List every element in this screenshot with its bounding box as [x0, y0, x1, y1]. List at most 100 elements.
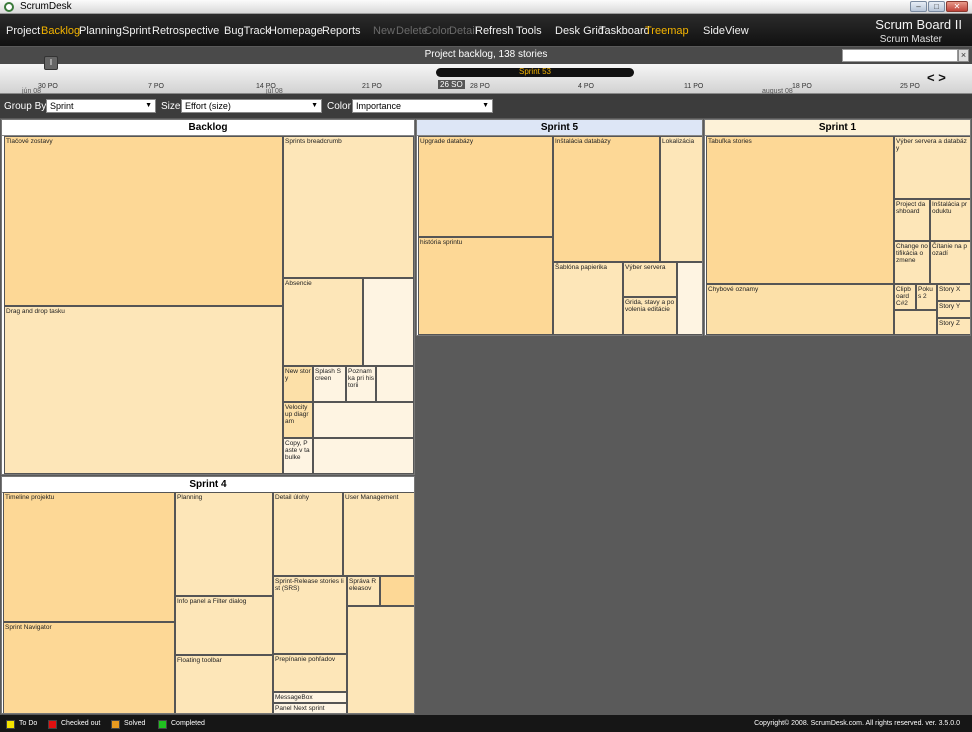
timeline-tick: 25 PO — [900, 83, 920, 90]
story-tile[interactable]: Poznamka pri historii — [346, 366, 376, 402]
story-tile[interactable]: Lokalizácia — [660, 136, 702, 262]
legend-label: To Do — [19, 720, 38, 727]
menu-reports[interactable]: Reports — [322, 25, 361, 37]
footer: To Do Checked out Solved Completed Copyr… — [0, 715, 972, 732]
story-tile[interactable] — [894, 310, 937, 335]
today-marker: 26 SO — [438, 80, 465, 89]
menu-new[interactable]: New — [373, 25, 395, 37]
story-tile[interactable]: Sprint Navigator — [3, 622, 175, 713]
story-tile[interactable]: Velocity up diagram — [283, 402, 313, 438]
color-value: Importance — [356, 101, 402, 111]
story-tile[interactable]: Tabuľka stories — [706, 136, 894, 284]
story-tile[interactable]: Pokus 2 — [916, 284, 937, 310]
group-sprint1[interactable]: Sprint 1 Tabuľka stories Výber servera a… — [704, 119, 971, 336]
group-by-select[interactable]: Sprint ▼ — [46, 99, 156, 113]
story-tile[interactable]: Info panel a Filter dialog — [175, 596, 273, 655]
story-tile[interactable]: Inštalácia databázy — [553, 136, 660, 262]
story-tile[interactable]: Floating toolbar — [175, 655, 273, 713]
menu-sprint[interactable]: Sprint — [122, 25, 151, 37]
story-tile[interactable]: Šablóna papierika — [553, 262, 623, 335]
color-select[interactable]: Importance ▼ — [352, 99, 493, 113]
story-tile[interactable] — [677, 262, 702, 335]
menu-bugtrack[interactable]: BugTrack — [224, 25, 271, 37]
group-sprint5[interactable]: Sprint 5 Upgrade databázy Inštalácia dat… — [416, 119, 703, 336]
story-tile[interactable] — [347, 606, 414, 713]
menu-backlog[interactable]: Backlog — [41, 25, 80, 37]
menu-refresh[interactable]: Refresh — [475, 25, 514, 37]
group-by-label: Group By — [4, 101, 47, 112]
story-tile[interactable]: New story — [283, 366, 313, 402]
user-role: Scrum Master — [879, 34, 942, 45]
group-backlog[interactable]: Backlog Tlačové zostavy Sprints breadcru… — [1, 119, 415, 475]
story-tile[interactable]: Splash Screen — [313, 366, 346, 402]
timeline-tick: 28 PO — [470, 83, 490, 90]
menu-sideview[interactable]: SideView — [703, 25, 749, 37]
board-name: Scrum Board II — [875, 17, 962, 32]
story-tile[interactable]: Story Y — [937, 301, 970, 318]
story-tile[interactable] — [376, 366, 414, 402]
story-tile[interactable]: Detail úlohy — [273, 492, 343, 576]
menu-color[interactable]: Color — [424, 25, 450, 37]
story-tile[interactable]: Absencie — [283, 278, 363, 366]
story-tile[interactable]: Grida, stavy a povolenia editácie — [623, 297, 677, 335]
story-tile[interactable]: Chybové oznamy — [706, 284, 894, 335]
story-tile[interactable]: Čítanie na pozadí — [930, 241, 970, 284]
menu-taskboard[interactable]: Taskboard — [599, 25, 650, 37]
story-tile[interactable]: Project dashboard — [894, 199, 930, 241]
story-tile[interactable]: Výber servera — [623, 262, 677, 297]
story-tile[interactable]: Story Z — [937, 318, 970, 335]
color-label: Color — [327, 101, 351, 112]
treemap: Backlog Tlačové zostavy Sprints breadcru… — [0, 118, 972, 715]
timeline-nav-icon[interactable]: < > — [927, 70, 946, 85]
story-tile[interactable]: Prepínanie pohľadov — [273, 654, 347, 692]
story-tile[interactable]: User Management — [343, 492, 414, 576]
menu-project[interactable]: Project — [6, 25, 40, 37]
story-tile[interactable]: Upgrade databázy — [418, 136, 553, 237]
timeline[interactable]: I 30 PO 7 PO 14 PO 21 PO 28 PO 4 PO 11 P… — [0, 56, 972, 95]
timeline-tick: 7 PO — [148, 83, 164, 90]
menu-desk-grid[interactable]: Desk Grid — [555, 25, 604, 37]
timeline-tick: 21 PO — [362, 83, 382, 90]
story-tile[interactable]: Tlačové zostavy — [4, 136, 283, 306]
menu-planning[interactable]: Planning — [79, 25, 122, 37]
story-tile[interactable]: Copy, Paste v tabulke — [283, 438, 313, 474]
size-select[interactable]: Effort (size) ▼ — [181, 99, 322, 113]
chevron-down-icon: ▼ — [311, 102, 318, 109]
story-tile[interactable]: Sprints breadcrumb — [283, 136, 414, 278]
menu-detail[interactable]: Detail — [449, 25, 477, 37]
title-bar: ScrumDesk – □ ✕ — [0, 0, 972, 14]
story-tile[interactable]: Inštalácia produktu — [930, 199, 970, 241]
menu-homepage[interactable]: Homepage — [269, 25, 323, 37]
menu-treemap[interactable]: Treemap — [645, 25, 689, 37]
sprint-bar[interactable]: Sprint 53 — [436, 67, 634, 77]
story-tile[interactable]: Clipboard C#2 — [894, 284, 916, 310]
size-label: Size — [161, 101, 181, 112]
story-tile[interactable]: história sprintu — [418, 237, 553, 335]
menu-tools[interactable]: Tools — [516, 25, 542, 37]
story-tile[interactable] — [313, 402, 414, 438]
minimize-button[interactable]: – — [910, 1, 927, 12]
legend-label: Solved — [124, 720, 146, 727]
story-tile[interactable]: Planning — [175, 492, 273, 596]
story-tile[interactable] — [363, 278, 414, 366]
story-tile[interactable]: Sprint-Release stories list (SRS) — [273, 576, 347, 654]
story-tile[interactable]: Timeline projektu — [3, 492, 175, 622]
timeline-handle[interactable]: I — [44, 56, 58, 70]
group-title: Sprint 4 — [2, 477, 414, 493]
story-tile[interactable]: MessageBox — [273, 692, 347, 703]
story-tile[interactable]: Story X — [937, 284, 970, 301]
story-tile[interactable]: Správa Releasov — [347, 576, 380, 606]
story-tile[interactable] — [380, 576, 414, 606]
group-sprint4[interactable]: Sprint 4 Timeline projektu Planning Deta… — [1, 476, 415, 714]
close-button[interactable]: ✕ — [946, 1, 968, 12]
search-input[interactable] — [842, 49, 958, 62]
story-tile[interactable]: Drag and drop tasku — [4, 306, 283, 474]
chevron-down-icon: ▼ — [482, 102, 489, 109]
story-tile[interactable]: Výber servera a databázy — [894, 136, 970, 199]
story-tile[interactable]: Panel Next sprint — [273, 703, 347, 713]
clear-search-button[interactable]: × — [958, 49, 969, 62]
menu-retrospective[interactable]: Retrospective — [152, 25, 219, 37]
story-tile[interactable]: Change notifikácia o zmene — [894, 241, 930, 284]
maximize-button[interactable]: □ — [928, 1, 945, 12]
story-tile[interactable] — [313, 438, 414, 474]
